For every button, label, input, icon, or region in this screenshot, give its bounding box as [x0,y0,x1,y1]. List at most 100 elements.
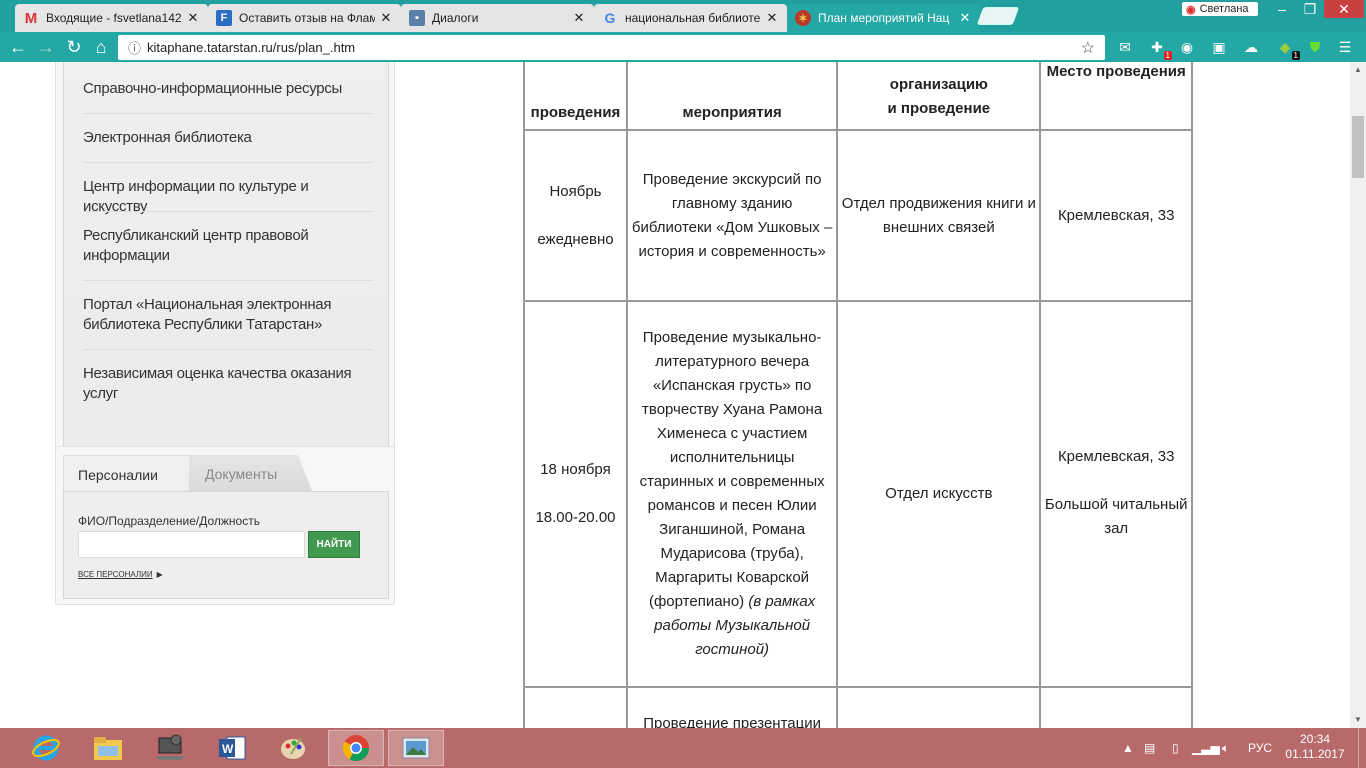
scrollbar-thumb[interactable] [1352,116,1364,178]
tab-title: национальная библиоте [625,11,761,25]
paint-icon[interactable] [266,730,322,766]
puzzle-extension-icon[interactable]: ✚ 1 [1148,38,1172,60]
battery-icon[interactable]: ▯ [1172,728,1179,768]
scroll-down-icon[interactable]: ▼ [1350,712,1366,728]
restore-icon[interactable]: ❐ [1296,0,1324,18]
volume-icon[interactable]: 🔈︎ [1222,728,1229,768]
divider [83,113,373,114]
tab-personnel[interactable]: Персоналии [63,455,193,493]
action-center-icon[interactable]: ▤ [1144,728,1155,768]
event-date: 18 ноября 18.00-20.00 [523,300,628,688]
tab-documents[interactable]: Документы [189,455,313,493]
extension-badge: 1 [1163,51,1172,60]
table-header-row: проведения мероприятия организацию и пров… [523,62,1193,131]
browser-tab-strip: M Входящие - fsvetlana142 ✕ F Оставить о… [0,0,1366,32]
table-row: Ноябрь ежедневно Проведение экскурсий по … [523,129,1193,302]
google-icon: G [604,10,616,26]
laptop-app-icon[interactable] [142,730,198,766]
divider [83,349,373,350]
event-department: Отдел продвижения книги и внешних связей [836,129,1042,302]
tab-flamp[interactable]: F Оставить отзыв на Флам ✕ [208,4,401,32]
bookmark-star-icon[interactable]: ☆ [1081,38,1095,58]
chrome-taskbar-icon[interactable] [328,730,384,766]
address-bar[interactable]: ⓘ kitaphane.tatarstan.ru/rus/plan_.htm ☆ [118,35,1105,60]
close-icon[interactable]: ✕ [572,10,586,26]
page-scrollbar[interactable]: ▲ ▼ [1350,62,1366,728]
word-icon[interactable]: W [204,730,260,766]
tab-gmail[interactable]: M Входящие - fsvetlana142 ✕ [15,4,208,32]
internet-explorer-icon[interactable] [18,730,74,766]
tab-google[interactable]: G национальная библиоте ✕ [594,4,787,32]
browser-toolbar: ← → ↻ ⌂ ⓘ kitaphane.tatarstan.ru/rus/pla… [0,32,1366,62]
event-department: Отдел искусств [836,300,1042,688]
event-date [523,686,628,728]
profile-button[interactable]: ◉ Светлана [1182,2,1258,16]
library-icon: ✶ [795,10,811,26]
tray-expand-icon[interactable]: ▲ [1122,728,1134,768]
photo-viewer-icon[interactable] [388,730,444,766]
personnel-search-widget: Персоналии Документы ФИО/Подразделение/Д… [55,446,395,605]
network-icon[interactable]: ▁▃▅ [1192,728,1220,768]
sidebar-item-quality-assessment[interactable]: Независимая оценка качества оказания усл… [83,364,373,404]
chrome-menu-icon[interactable]: ☰ [1336,38,1354,56]
sidebar-item-legal-center[interactable]: Республиканский центр правовой информаци… [83,226,373,266]
close-icon[interactable]: ✕ [765,10,779,26]
reload-icon[interactable]: ↻ [62,35,86,59]
profile-name: Светлана [1199,3,1249,15]
sidebar-item-electronic-portal[interactable]: Портал «Национальная электронная библиот… [83,295,373,335]
dialogs-icon: ▪ [409,10,425,26]
file-explorer-icon[interactable] [80,730,136,766]
input-language[interactable]: РУС [1248,728,1272,768]
header-event: мероприятия [625,62,839,131]
cloud-extension-icon[interactable]: ☁ [1242,38,1260,56]
table-row: Проведение презентации [523,686,1193,728]
find-button[interactable]: НАЙТИ [308,531,360,558]
page-content: Справочно-информационные ресурсы Электро… [0,62,1350,728]
home-icon[interactable]: ⌂ [89,35,113,59]
all-personnel-link-text[interactable]: ВСЕ ПЕРСОНАЛИИ [78,570,153,579]
new-tab-button[interactable] [976,7,1020,25]
personnel-search-input[interactable] [78,531,305,558]
sidebar-menu: Справочно-информационные ресурсы Электро… [55,62,395,490]
table-row: 18 ноября 18.00-20.00 Проведение музыкаль… [523,300,1193,688]
system-clock[interactable]: 20:34 01.11.2017 [1280,732,1350,762]
event-place: Кремлевская, 33 [1039,129,1193,302]
all-personnel-link[interactable]: ВСЕ ПЕРСОНАЛИИ ▶ [78,569,163,579]
window-close-icon[interactable]: ✕ [1324,0,1364,18]
events-plan-table: проведения мероприятия организацию и пров… [523,62,1193,728]
header-date: проведения [523,62,628,131]
search-field-label: ФИО/Подразделение/Должность [78,514,260,528]
svg-text:W: W [222,742,234,756]
tab-title: Входящие - fsvetlana142 [46,11,182,25]
shield-extension-icon[interactable]: ▣ [1210,38,1228,56]
event-date: Ноябрь ежедневно [523,129,628,302]
tab-dialogs[interactable]: ▪ Диалоги ✕ [401,4,594,32]
tab-title: План мероприятий Нац [818,11,950,25]
eye-extension-icon[interactable]: ◉ [1178,38,1196,56]
sidebar-item-electronic-library[interactable]: Электронная библиотека [83,128,373,148]
arrow-right-icon: ▶ [156,570,163,579]
close-icon[interactable]: ✕ [379,10,393,26]
sidebar-item-reference-resources[interactable]: Справочно-информационные ресурсы [83,79,373,99]
android-extension-icon[interactable]: ◆ 1 [1276,38,1300,60]
profile-icon: ◉ [1186,3,1196,16]
url-text[interactable]: kitaphane.tatarstan.ru/rus/plan_.htm [147,40,1081,55]
header-place: Место проведения [1039,62,1193,131]
minimize-icon[interactable]: – [1268,0,1296,18]
close-icon[interactable]: ✕ [186,10,200,26]
tab-title: Диалоги [432,11,479,25]
close-icon[interactable]: ✕ [958,10,972,26]
divider [83,162,373,163]
scroll-up-icon[interactable]: ▲ [1350,62,1366,78]
tab-plan-active[interactable]: ✶ План мероприятий Нац ✕ [787,4,980,32]
windows-taskbar: W ▲ ▤ ▯ ▁▃▅ 🔈︎ РУС 20:34 01.11.2017 [0,728,1366,768]
divider [83,211,373,212]
back-icon[interactable]: ← [6,35,30,59]
event-description: Проведение музыкально-литературного вече… [625,300,839,688]
header-organizer: организацию и проведение [836,62,1042,131]
adguard-shield-icon[interactable]: ⛊ [1306,38,1324,56]
mail-extension-icon[interactable]: ✉ [1116,38,1134,56]
show-desktop-button[interactable] [1358,728,1366,768]
forward-icon[interactable]: → [34,35,58,59]
info-icon: ⓘ [128,41,142,56]
